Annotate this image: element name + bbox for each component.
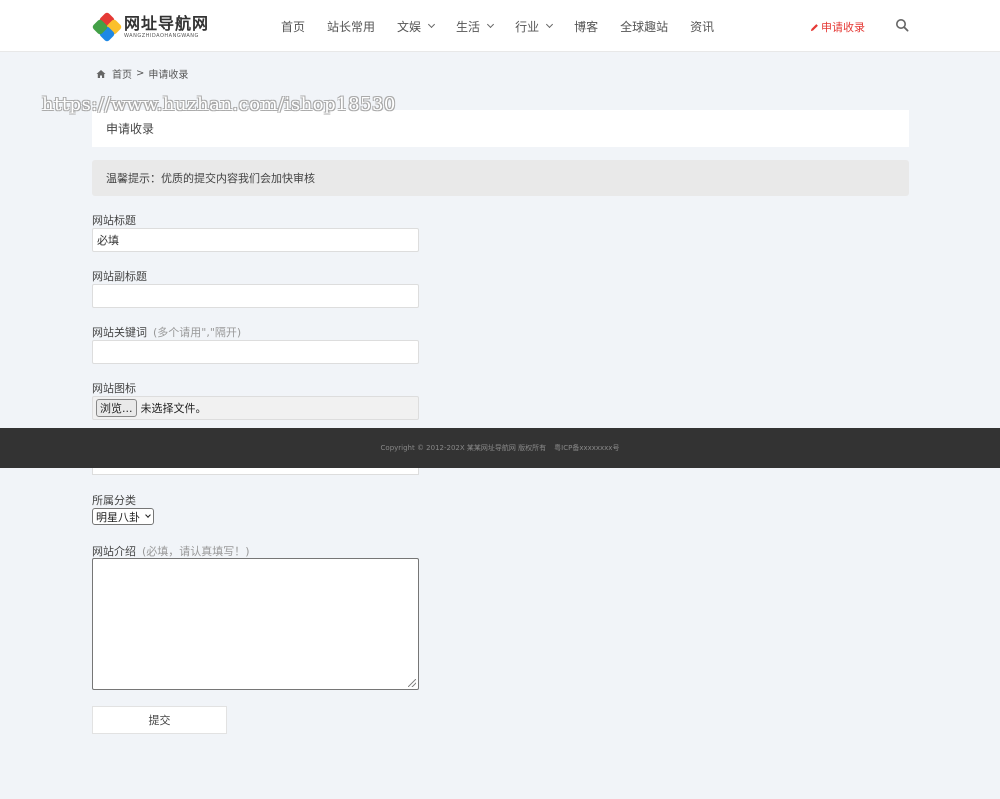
icon-file-input[interactable]: 浏览... 未选择文件。 <box>92 396 419 420</box>
footer-icp[interactable]: 粤ICP备xxxxxxxx号 <box>554 443 619 453</box>
icon-label: 网站图标 <box>92 382 136 395</box>
chevron-down-icon <box>546 20 554 29</box>
resize-grip-icon[interactable] <box>408 679 416 687</box>
breadcrumb: 首页 > 申请收录 <box>96 66 188 81</box>
subtitle-label: 网站副标题 <box>92 270 147 283</box>
logo-title: 网址导航网 <box>124 13 210 33</box>
hidden-input-stub[interactable] <box>92 468 419 475</box>
site-footer: Copyright © 2012-202X 某某网址导航网 版权所有 粤ICP备… <box>0 428 1000 468</box>
site-title-label: 网站标题 <box>92 214 136 227</box>
site-logo[interactable]: 网址导航网 WANGZHIDAOHANGWANG <box>91 11 214 43</box>
pencil-icon <box>810 23 818 31</box>
chevron-down-icon <box>428 20 436 29</box>
intro-textarea[interactable] <box>92 558 419 690</box>
keywords-label: 网站关键词 (多个请用","隔开) <box>92 326 242 339</box>
logo-icon <box>91 11 123 43</box>
browse-button[interactable]: 浏览... <box>96 399 137 417</box>
home-icon <box>96 69 106 78</box>
file-status: 未选择文件。 <box>140 402 207 415</box>
breadcrumb-separator: > <box>136 68 145 79</box>
category-label: 所属分类 <box>92 494 136 507</box>
subtitle-input[interactable] <box>92 284 419 308</box>
page-title: 申请收录 <box>92 110 909 147</box>
notice-banner: 温馨提示：优质的提交内容我们会加快审核 <box>92 160 909 196</box>
keywords-input[interactable] <box>92 340 419 364</box>
breadcrumb-home[interactable]: 首页 <box>112 66 132 81</box>
category-select[interactable]: 明星八卦 <box>92 508 154 525</box>
breadcrumb-current: 申请收录 <box>148 70 189 81</box>
search-icon[interactable] <box>895 18 909 32</box>
apply-link[interactable]: 申请收录 <box>810 19 865 35</box>
main-nav: 首页 站长常用 文娱 生活 行业 博客 全球趣站 资讯 <box>270 0 725 52</box>
footer-copyright: Copyright © 2012-202X 某某网址导航网 版权所有 <box>380 444 547 452</box>
nav-item-news[interactable]: 资讯 <box>690 18 714 35</box>
chevron-down-icon <box>487 20 495 29</box>
site-title-input[interactable] <box>92 228 419 252</box>
keywords-hint: (多个请用","隔开) <box>153 326 242 339</box>
nav-item-webmaster[interactable]: 站长常用 <box>327 18 375 35</box>
nav-item-life[interactable]: 生活 <box>456 18 495 35</box>
nav-item-entertainment[interactable]: 文娱 <box>397 18 436 35</box>
logo-subtitle: WANGZHIDAOHANGWANG <box>124 32 199 39</box>
watermark-text: https://www.huzhan.com/ishop18530 <box>42 94 396 115</box>
intro-hint: (必填，请认真填写！) <box>142 545 250 558</box>
submit-button[interactable]: 提交 <box>92 706 227 734</box>
nav-item-global-sites[interactable]: 全球趣站 <box>620 18 668 35</box>
nav-item-industry[interactable]: 行业 <box>515 18 554 35</box>
chevron-down-icon <box>145 512 151 518</box>
nav-item-home[interactable]: 首页 <box>281 18 305 35</box>
intro-label: 网站介绍 (必填，请认真填写！) <box>92 545 250 558</box>
site-header: 网址导航网 WANGZHIDAOHANGWANG 首页 站长常用 文娱 生活 行… <box>0 0 1000 52</box>
nav-item-blog[interactable]: 博客 <box>574 18 598 35</box>
